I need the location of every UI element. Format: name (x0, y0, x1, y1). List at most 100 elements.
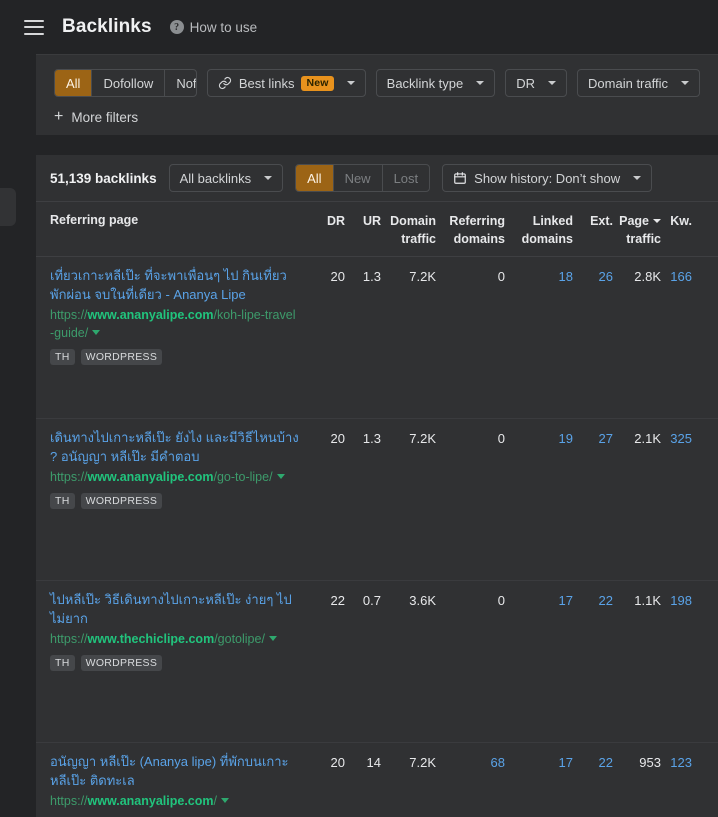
cell-kw[interactable]: 123 (661, 753, 692, 772)
follow-filter-group: All Dofollow Nofollow (54, 69, 197, 97)
domain-traffic-filter[interactable]: Domain traffic (577, 69, 700, 97)
best-links-button[interactable]: Best links New (206, 69, 366, 97)
chevron-down-icon[interactable] (92, 329, 101, 335)
column-header-kw[interactable]: Kw. (661, 212, 692, 230)
cell-ur: 14 (366, 755, 381, 771)
column-header-domain-traffic[interactable]: Domain traffic (381, 212, 436, 248)
tag-list: TH WORDPRESS (50, 348, 299, 365)
referring-page-url[interactable]: https://www.ananyalipe.com/ (50, 793, 299, 811)
table-row: เดินทางไปเกาะหลีเป๊ะ ยังไง และมีวิธีไหนบ… (36, 419, 718, 582)
show-history-label: Show history: Don’t show (474, 170, 621, 186)
column-header-dr[interactable]: DR (313, 212, 345, 230)
table-body: เที่ยวเกาะหลีเป๊ะ ที่จะพาเพื่อนๆ ไป กินเ… (36, 257, 718, 817)
chevron-down-icon (633, 176, 642, 180)
cell-kw[interactable]: 198 (661, 591, 692, 610)
referring-page-url[interactable]: https://www.ananyalipe.com/koh-lipe-trav… (50, 307, 299, 343)
tag-badge: WORDPRESS (80, 654, 163, 671)
plus-icon: + (54, 108, 64, 125)
column-header-ur[interactable]: UR (345, 212, 381, 230)
chevron-down-icon (548, 81, 557, 85)
sort-descending-icon (653, 219, 661, 223)
state-lost-button[interactable]: Lost (383, 165, 430, 191)
referring-page-title[interactable]: ไปหลีเป๊ะ วิธีเดินทางไปเกาะหลีเป๊ะ ง่ายๆ… (50, 591, 299, 628)
app-header: Backlinks ? How to use (0, 0, 718, 54)
referring-page-title[interactable]: เที่ยวเกาะหลีเป๊ะ ที่จะพาเพื่อนๆ ไป กินเ… (50, 267, 299, 304)
page-title: Backlinks (62, 16, 152, 37)
dr-filter[interactable]: DR (505, 69, 568, 97)
cell-ur: 0.7 (362, 593, 381, 609)
cell-domain-traffic: 3.6K (409, 593, 436, 609)
tag-badge: TH (50, 492, 75, 509)
cell-kw[interactable]: 166 (661, 267, 692, 286)
backlinks-count: 51,139 backlinks (50, 170, 157, 186)
cell-domain-traffic: 7.2K (409, 431, 436, 447)
cell-referring-domains[interactable]: 68 (436, 753, 505, 772)
cell-linked-domains[interactable]: 17 (505, 753, 573, 772)
cell-ext[interactable]: 26 (573, 267, 613, 286)
cell-dr: 20 (330, 269, 345, 285)
chevron-down-icon[interactable] (268, 636, 277, 642)
cell-linked-domains[interactable]: 19 (505, 429, 573, 448)
filter-dofollow-button[interactable]: Dofollow (92, 70, 166, 96)
cell-ext[interactable]: 22 (573, 591, 613, 610)
referring-page-url[interactable]: https://www.ananyalipe.com/go-to-lipe/ (50, 469, 299, 487)
chevron-down-icon[interactable] (276, 474, 285, 480)
cell-ext[interactable]: 27 (573, 429, 613, 448)
filter-all-button[interactable]: All (55, 70, 93, 96)
cell-page-traffic: 953 (639, 755, 661, 771)
table-header-row: Referring page DR UR Domain traffic Refe… (36, 202, 718, 258)
column-header-linked-domains[interactable]: Linked domains (505, 212, 573, 248)
left-rail-collapse-tab[interactable] (0, 188, 16, 226)
chain-link-icon (218, 76, 231, 90)
state-filter-group: All New Lost (295, 164, 431, 192)
cell-kw[interactable]: 325 (661, 429, 692, 448)
state-new-button[interactable]: New (334, 165, 383, 191)
tag-badge: WORDPRESS (80, 492, 163, 509)
how-to-use-label: How to use (189, 19, 258, 35)
cell-page-traffic: 2.1K (634, 431, 661, 447)
cell-page-traffic: 2.8K (634, 269, 661, 285)
url-domain: www.ananyalipe.com (87, 794, 214, 809)
column-header-referring-page[interactable]: Referring page (50, 212, 313, 227)
all-backlinks-dropdown[interactable]: All backlinks (168, 164, 284, 192)
cell-ur: 1.3 (362, 431, 381, 447)
backlink-type-label: Backlink type (386, 75, 464, 91)
question-mark-icon: ? (169, 20, 184, 34)
referring-page-cell: อนัญญา หลีเป๊ะ (Ananya lipe) ที่พักบนเกา… (50, 753, 313, 817)
backlink-type-filter[interactable]: Backlink type (375, 69, 496, 97)
column-header-page-traffic[interactable]: Page traffic (613, 212, 661, 248)
referring-page-title[interactable]: เดินทางไปเกาะหลีเป๊ะ ยังไง และมีวิธีไหนบ… (50, 429, 299, 466)
chevron-down-icon[interactable] (220, 798, 229, 804)
cell-ext[interactable]: 22 (573, 753, 613, 772)
cell-linked-domains[interactable]: 17 (505, 591, 573, 610)
url-domain: www.thechiclipe.com (87, 632, 215, 647)
domain-traffic-filter-label: Domain traffic (588, 75, 668, 91)
referring-page-cell: เที่ยวเกาะหลีเป๊ะ ที่จะพาเพื่อนๆ ไป กินเ… (50, 267, 313, 365)
table-row: เที่ยวเกาะหลีเป๊ะ ที่จะพาเพื่อนๆ ไป กินเ… (36, 257, 718, 420)
how-to-use-link[interactable]: ? How to use (169, 19, 258, 35)
cell-domain-traffic: 7.2K (409, 269, 436, 285)
state-all-button[interactable]: All (296, 165, 334, 191)
column-header-referring-domains[interactable]: Referring domains (436, 212, 505, 248)
tag-badge: TH (50, 348, 75, 365)
referring-page-url[interactable]: https://www.thechiclipe.com/gotolipe/ (50, 631, 299, 649)
hamburger-icon[interactable] (24, 19, 44, 35)
url-domain: www.ananyalipe.com (87, 308, 214, 323)
chevron-down-icon (346, 81, 355, 85)
tag-list: TH WORDPRESS (50, 654, 299, 671)
all-backlinks-label: All backlinks (179, 170, 252, 186)
column-header-page-traffic-line2: traffic (626, 232, 661, 247)
table-row: อนัญญา หลีเป๊ะ (Ananya lipe) ที่พักบนเกา… (36, 743, 718, 817)
column-header-linked-domains-line2: domains (521, 232, 573, 247)
filter-nofollow-button[interactable]: Nofollow (165, 70, 196, 96)
chevron-down-icon (681, 81, 689, 85)
column-header-referring-domains-line1: Referring (449, 214, 505, 228)
cell-dr: 22 (330, 593, 345, 609)
show-history-dropdown[interactable]: Show history: Don’t show (442, 164, 653, 192)
more-filters-button[interactable]: + More filters (36, 109, 156, 125)
cell-page-traffic: 1.1K (634, 593, 661, 609)
cell-linked-domains[interactable]: 18 (505, 267, 573, 286)
referring-page-title[interactable]: อนัญญา หลีเป๊ะ (Ananya lipe) ที่พักบนเกา… (50, 753, 299, 790)
column-header-ext[interactable]: Ext. (573, 212, 613, 230)
filter-row: All Dofollow Nofollow Best links New Bac… (36, 69, 718, 97)
